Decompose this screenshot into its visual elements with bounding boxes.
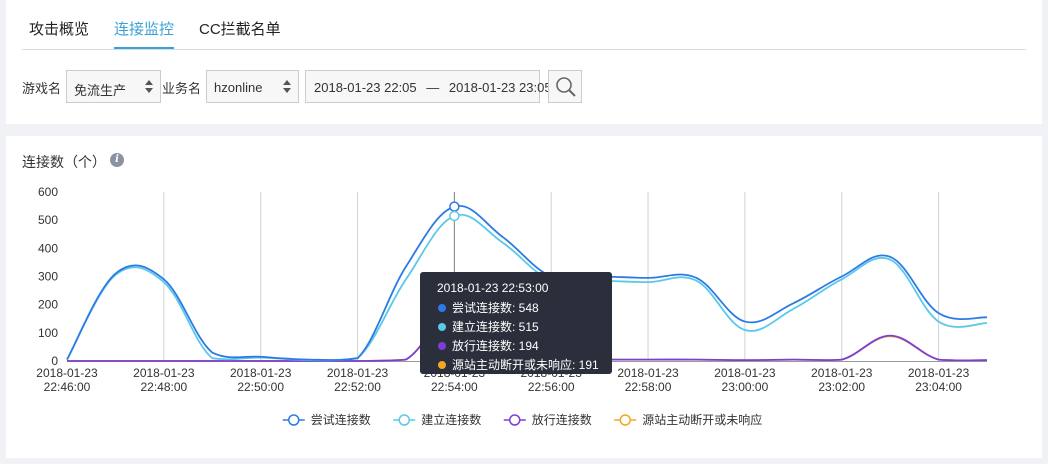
x-tick-label: 2018-01-23: [714, 366, 776, 380]
y-tick-label: 600: [38, 185, 58, 199]
x-tick-label: 22:48:00: [140, 380, 187, 394]
filter-panel: 攻击概览 连接监控 CC拦截名单 游戏名 免流生产 业务名 hzonline 2…: [6, 0, 1042, 124]
x-tick-label: 22:56:00: [528, 380, 575, 394]
search-button[interactable]: [548, 70, 582, 103]
tab-connection-monitor[interactable]: 连接监控: [114, 18, 175, 49]
x-tick-label: 22:54:00: [431, 380, 478, 394]
hover-point-0: [449, 201, 460, 212]
tooltip-row: 源站主动断开或未响应: 191: [452, 357, 599, 372]
y-tick-label: 200: [38, 298, 58, 312]
hover-point-1: [449, 210, 460, 222]
x-tick-label: 23:00:00: [722, 380, 769, 394]
legend-item-2[interactable]: 放行连接数: [503, 412, 592, 427]
game-select[interactable]: 免流生产: [66, 70, 161, 103]
legend-label: 放行连接数: [532, 412, 592, 427]
date-separator: —: [426, 80, 440, 95]
x-tick-label: 23:02:00: [818, 380, 865, 394]
x-tick-label: 22:52:00: [334, 380, 381, 394]
select-arrows-icon: [282, 80, 292, 94]
tooltip-dot: [438, 342, 446, 350]
legend-label: 尝试连接数: [311, 412, 371, 427]
business-label: 业务名: [162, 81, 202, 96]
legend-label: 源站主动断开或未响应: [642, 412, 762, 427]
legend-marker: [509, 414, 521, 426]
legend-marker: [619, 414, 631, 426]
search-icon: [556, 77, 576, 97]
x-tick-label: 2018-01-23: [617, 366, 679, 380]
date-range-input[interactable]: 2018-01-23 22:05 — 2018-01-23 23:05: [305, 70, 552, 103]
x-tick-label: 2018-01-23: [811, 366, 873, 380]
x-tick-label: 2018-01-23: [133, 366, 195, 380]
business-select[interactable]: hzonline: [206, 70, 299, 103]
y-tick-label: 500: [38, 213, 58, 227]
legend-item-3[interactable]: 源站主动断开或未响应: [614, 412, 762, 427]
date-end: 2018-01-23 23:05: [448, 80, 552, 95]
business-select-value: hzonline: [214, 80, 263, 95]
tab-bar: 攻击概览 连接监控 CC拦截名单: [22, 0, 1026, 50]
tooltip-dot: [438, 304, 446, 312]
game-label: 游戏名: [22, 81, 62, 96]
tab-cc-blocklist[interactable]: CC拦截名单: [199, 18, 281, 49]
x-tick-label: 22:50:00: [237, 380, 284, 394]
y-tick-label: 300: [38, 270, 58, 284]
date-start: 2018-01-23 22:05: [314, 80, 417, 95]
y-tick-label: 100: [38, 326, 58, 340]
tooltip-dot: [438, 361, 446, 369]
tooltip-dot: [438, 323, 446, 331]
legend-marker: [288, 414, 300, 426]
chart-tooltip: 2018-01-23 22:53:00 尝试连接数: 548 建立连接数: 515 放…: [420, 272, 612, 374]
tooltip-title: 2018-01-23 22:53:00: [437, 281, 549, 295]
tab-attack-overview[interactable]: 攻击概览: [29, 18, 89, 49]
x-tick-label: 22:58:00: [625, 380, 672, 394]
connection-line-chart: 01002003004005006002018-01-2322:46:00201…: [36, 185, 988, 427]
x-tick-label: 2018-01-23: [327, 366, 389, 380]
tooltip-row: 尝试连接数: 548: [452, 300, 539, 315]
x-tick-label: 23:04:00: [915, 380, 962, 394]
tooltip-row: 建立连接数: 515: [452, 319, 539, 334]
select-arrows-icon: [144, 80, 154, 94]
x-tick-label: 2018-01-23: [230, 366, 292, 380]
game-select-value: 免流生产: [74, 83, 127, 98]
legend-item-0[interactable]: 尝试连接数: [282, 412, 371, 427]
x-tick-label: 2018-01-23: [36, 366, 98, 380]
legend-label: 建立连接数: [421, 412, 481, 427]
y-tick-label: 400: [38, 241, 58, 255]
legend-marker: [398, 414, 410, 426]
x-tick-label: 2018-01-23: [908, 366, 970, 380]
tooltip-row: 放行连接数: 194: [452, 338, 539, 353]
x-tick-label: 22:46:00: [44, 380, 91, 394]
legend-item-1[interactable]: 建立连接数: [393, 412, 481, 427]
